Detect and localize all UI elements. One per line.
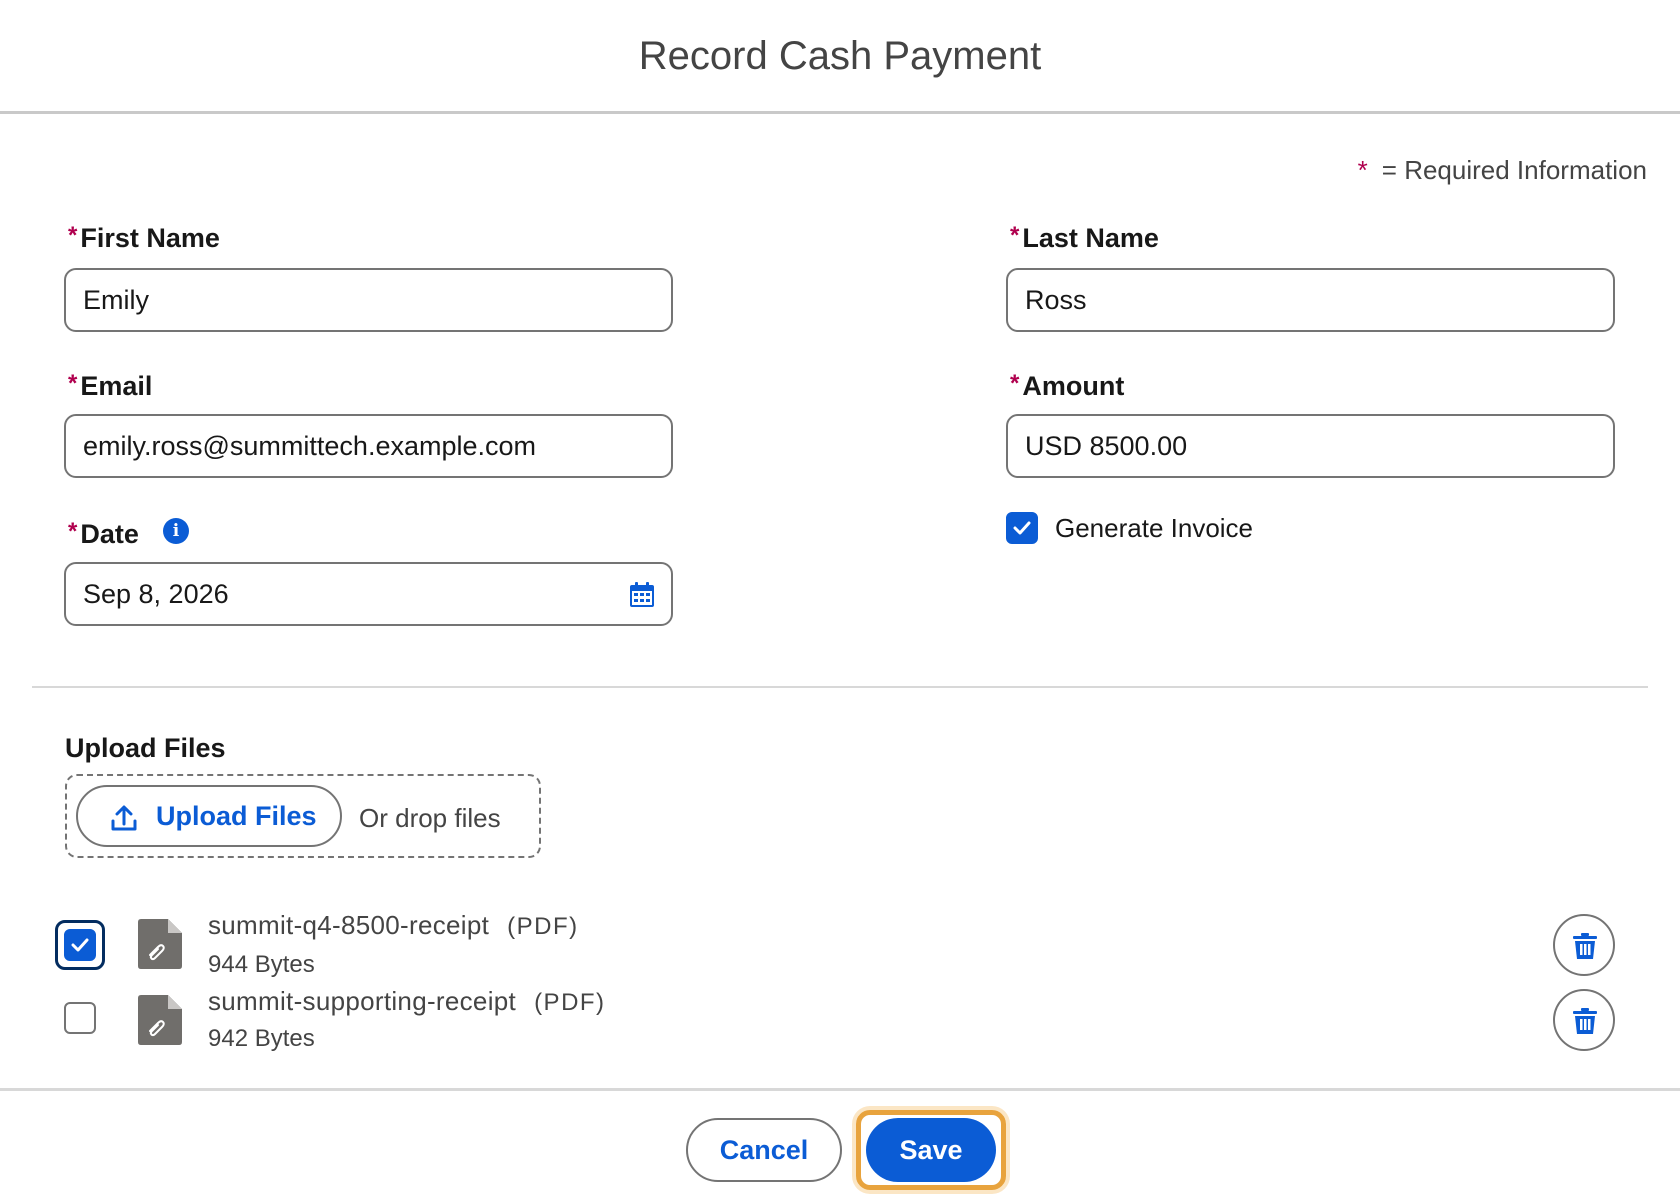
cancel-button[interactable]: Cancel	[686, 1118, 842, 1182]
first-name-label-text: First Name	[80, 223, 220, 253]
checkmark-icon	[1013, 521, 1031, 535]
section-divider	[32, 686, 1648, 688]
modal-header: Record Cash Payment	[0, 0, 1680, 114]
generate-invoice-label[interactable]: Generate Invoice	[1055, 513, 1253, 544]
upload-files-label: Upload Files	[65, 733, 226, 763]
file-dropzone[interactable]: Upload Files Or drop files	[65, 774, 541, 858]
last-name-label-text: Last Name	[1022, 223, 1159, 253]
first-name-label: * First Name	[68, 222, 220, 254]
upload-files-button-label: Upload Files	[156, 801, 317, 831]
file-attachment-icon	[138, 919, 182, 969]
file-select-checkbox[interactable]	[64, 1002, 96, 1034]
delete-file-button[interactable]	[1553, 989, 1615, 1051]
first-name-input[interactable]: Emily	[64, 268, 673, 332]
date-label-text: Date	[80, 519, 139, 549]
amount-label-text: Amount	[1022, 371, 1125, 401]
info-icon[interactable]: i	[163, 518, 189, 544]
file-name: summit-q4-8500-receipt (PDF)	[208, 910, 579, 941]
trash-icon	[1573, 933, 1597, 959]
last-name-label: * Last Name	[1010, 222, 1159, 254]
file-extension: (PDF)	[534, 989, 606, 1016]
date-value: Sep 8, 2026	[83, 579, 229, 609]
file-name-text: summit-supporting-receipt	[208, 986, 517, 1016]
file-attachment-icon	[138, 995, 182, 1045]
file-name-text: summit-q4-8500-receipt	[208, 910, 490, 940]
delete-file-button[interactable]	[1553, 914, 1615, 976]
trash-icon	[1573, 1008, 1597, 1034]
generate-invoice-checkbox[interactable]	[1006, 512, 1038, 544]
checkmark-icon	[71, 938, 89, 952]
email-label: * Email	[68, 370, 152, 402]
email-input[interactable]: emily.ross@summittech.example.com	[64, 414, 673, 478]
amount-label: * Amount	[1010, 370, 1124, 402]
last-name-input[interactable]: Ross	[1006, 268, 1615, 332]
date-input[interactable]: Sep 8, 2026	[64, 562, 673, 626]
file-select-checkbox[interactable]	[64, 929, 96, 961]
modal-footer: Cancel Save	[0, 1088, 1680, 1204]
file-size: 944 Bytes	[208, 951, 315, 978]
drop-files-text: Or drop files	[359, 803, 501, 833]
date-label: * Date	[68, 518, 139, 550]
upload-files-button[interactable]: Upload Files	[76, 785, 342, 847]
email-label-text: Email	[80, 371, 153, 401]
required-star: *	[68, 518, 78, 545]
calendar-icon[interactable]	[629, 582, 655, 608]
modal-title: Record Cash Payment	[638, 34, 1042, 78]
required-note-text: = Required Information	[1381, 155, 1647, 185]
upload-icon	[111, 805, 137, 831]
amount-input[interactable]: USD 8500.00	[1006, 414, 1615, 478]
required-star: *	[1010, 222, 1020, 249]
file-size: 942 Bytes	[208, 1025, 315, 1052]
required-star: *	[1010, 370, 1020, 397]
required-info-note: * = Required Information	[1358, 155, 1647, 186]
file-extension: (PDF)	[507, 913, 579, 940]
required-star: *	[68, 222, 78, 249]
required-star: *	[1357, 155, 1368, 185]
file-name: summit-supporting-receipt (PDF)	[208, 986, 606, 1017]
record-cash-payment-modal: Record Cash Payment * = Required Informat…	[0, 0, 1680, 1204]
save-button[interactable]: Save	[866, 1118, 996, 1182]
required-star: *	[68, 370, 78, 397]
